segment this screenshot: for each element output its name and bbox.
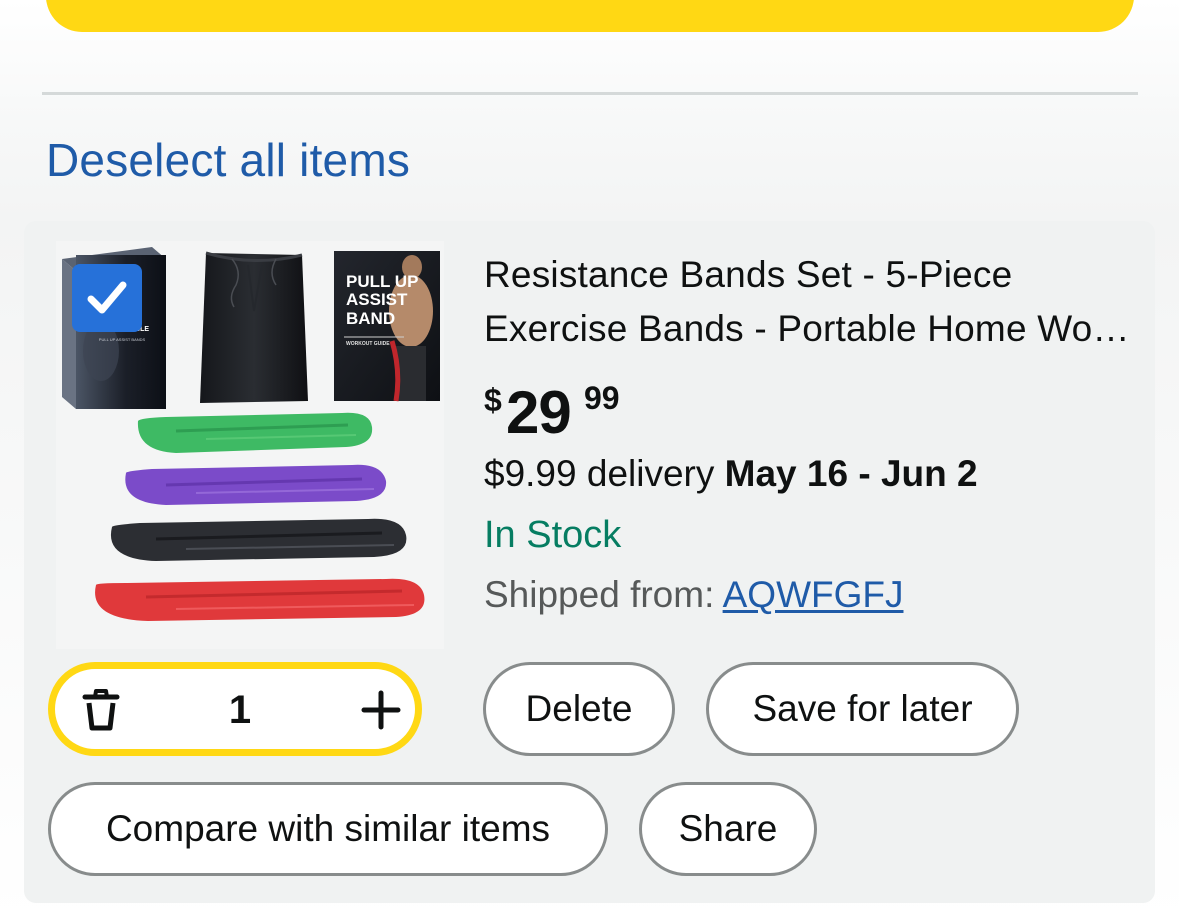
delivery-cost: $9.99 delivery [484, 453, 715, 494]
box-subtitle: PULL UP ASSIST BANDS [99, 337, 146, 342]
proceed-to-checkout-button[interactable] [46, 0, 1134, 32]
deselect-all-items-link[interactable]: Deselect all items [46, 132, 410, 188]
divider [42, 92, 1138, 95]
guide-title-1: PULL UP [346, 272, 418, 291]
drawstring-bag [200, 251, 308, 403]
product-title-line-1: Resistance Bands Set - 5-Piece [484, 254, 1013, 295]
increase-quantity-button[interactable] [353, 685, 409, 735]
guide-title-2: ASSIST [346, 290, 408, 309]
compare-similar-items-button[interactable]: Compare with similar items [48, 782, 608, 876]
red-band [95, 578, 425, 621]
shipped-from: Shipped from: AQWFGFJ [484, 569, 903, 621]
price-fraction: 99 [584, 380, 620, 416]
check-icon [87, 281, 127, 314]
item-select-checkbox[interactable] [72, 264, 142, 332]
guide-title-3: BAND [346, 309, 395, 328]
guide-subtitle: WORKOUT GUIDE [346, 341, 390, 347]
black-band [110, 518, 407, 561]
decrease-quantity-button[interactable] [73, 685, 129, 735]
quantity-value: 1 [228, 688, 252, 732]
delivery-info: $9.99 delivery May 16 - Jun 2 [484, 448, 978, 500]
share-button[interactable]: Share [639, 782, 817, 876]
trash-icon [82, 689, 120, 731]
delete-button[interactable]: Delete [483, 662, 675, 756]
green-band [137, 412, 373, 453]
quantity-stepper: 1 [48, 662, 422, 756]
price-whole: 29 [506, 379, 572, 446]
product-title-line-2: Exercise Bands - Portable Home Workout E… [484, 308, 1134, 349]
stock-status: In Stock [484, 514, 622, 556]
seller-link[interactable]: AQWFGFJ [723, 574, 904, 615]
shipped-from-label: Shipped from: [484, 574, 715, 615]
workout-guide: PULL UP ASSIST BAND WORKOUT GUIDE [334, 251, 440, 402]
plus-icon [361, 690, 401, 730]
save-for-later-button[interactable]: Save for later [706, 662, 1019, 756]
product-title-link[interactable]: Resistance Bands Set - 5-Piece Exercise … [484, 248, 1134, 356]
price-currency-symbol: $ [484, 382, 502, 418]
delivery-date: May 16 - Jun 2 [724, 453, 978, 494]
purple-band [125, 464, 387, 505]
